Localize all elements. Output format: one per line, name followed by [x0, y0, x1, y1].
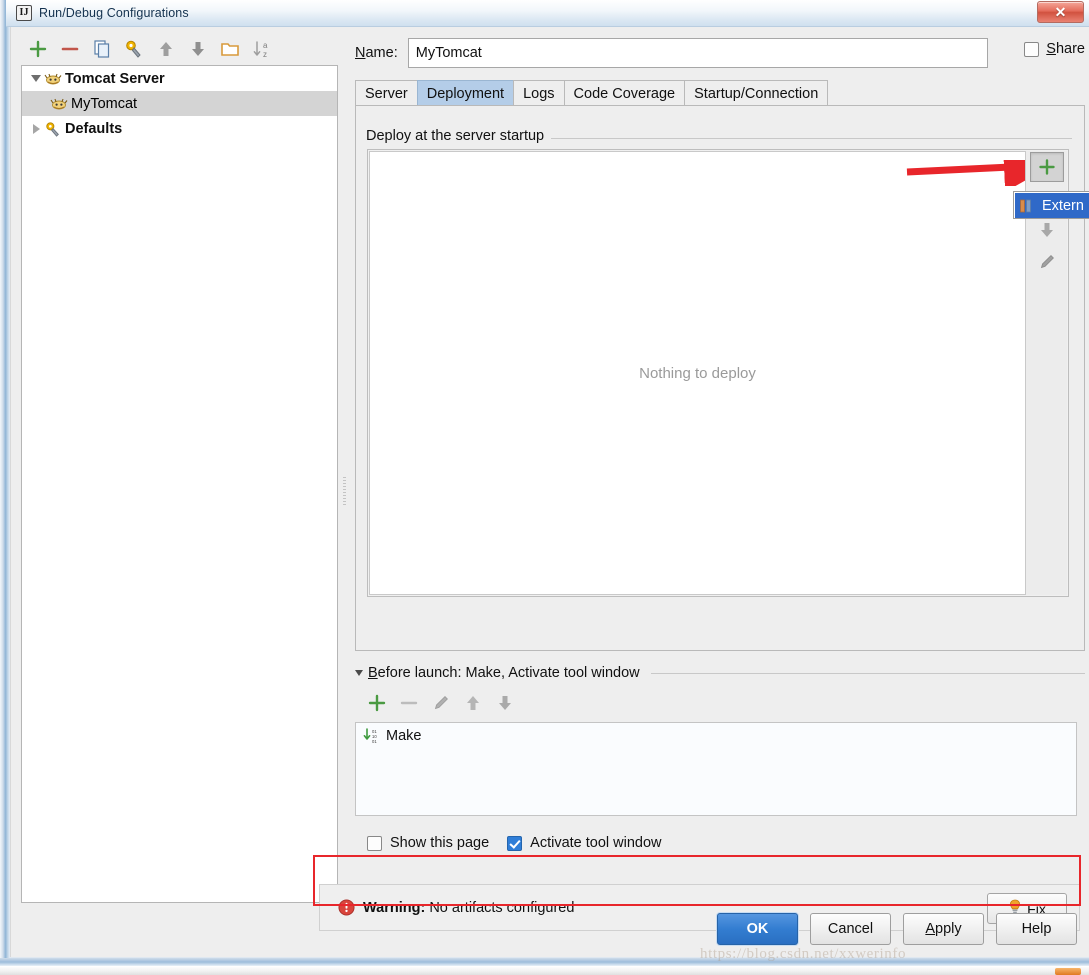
name-row: Name: Share: [355, 37, 1085, 69]
intellij-idea-icon: [16, 5, 32, 21]
name-input[interactable]: [407, 38, 988, 68]
window-title: Run/Debug Configurations: [39, 6, 189, 20]
configuration-editor: Name: Share Server Deployment Logs Code …: [351, 27, 1089, 957]
close-button[interactable]: ✕: [1037, 1, 1084, 23]
dialog-buttons: OK Cancel Apply Help: [717, 913, 1077, 945]
configurations-toolbar: a z: [21, 33, 341, 65]
add-artifact-popup-menu[interactable]: Extern: [1013, 191, 1089, 219]
dialog-window: Run/Debug Configurations ✕: [0, 0, 1089, 975]
before-launch-task-list[interactable]: 01 10 01 Make: [355, 722, 1077, 816]
move-up-button[interactable]: [154, 37, 178, 61]
before-launch-title: Before launch: Make, Activate tool windo…: [368, 665, 640, 681]
show-this-page-label: Show this page: [390, 835, 490, 851]
add-configuration-button[interactable]: [26, 37, 50, 61]
tab-deployment[interactable]: Deployment: [416, 80, 515, 106]
edit-artifact-button[interactable]: [1029, 246, 1065, 278]
warning-message: No artifacts configured: [429, 899, 575, 916]
tab-startup-connection[interactable]: Startup/Connection: [684, 80, 829, 106]
tree-node-tomcat-server[interactable]: Tomcat Server: [22, 66, 337, 91]
configurations-tree[interactable]: Tomcat Server MyTomcat Defaults: [21, 65, 338, 903]
add-artifact-button[interactable]: [1029, 152, 1064, 182]
chevron-down-icon[interactable]: [355, 670, 363, 676]
section-separator: [650, 672, 1085, 674]
create-folder-button[interactable]: [218, 37, 242, 61]
empty-state-message: Nothing to deploy: [639, 364, 756, 382]
warning-prefix: Warning:: [363, 899, 426, 916]
help-button[interactable]: Help: [996, 913, 1077, 945]
svg-text:z: z: [263, 50, 267, 59]
activate-tool-window-label: Activate tool window: [530, 835, 662, 851]
splitter-grip: [343, 477, 346, 507]
tree-node-label: MyTomcat: [71, 95, 138, 112]
before-launch-section: Before launch: Make, Activate tool windo…: [355, 663, 1085, 838]
deploy-group-title: Deploy at the server startup: [366, 128, 552, 144]
taskbar-strip: [0, 966, 1089, 975]
launch-options: Show this page Activate tool window: [367, 835, 662, 851]
tree-node-label: Defaults: [65, 120, 123, 137]
wrench-gear-icon: [44, 121, 62, 137]
checkbox-box[interactable]: [367, 835, 382, 851]
tree-node-mytomcat[interactable]: MyTomcat: [22, 91, 337, 116]
dialog-body: a z Tomcat Server MyTomcat Defaults Name…: [10, 27, 1089, 957]
tab-server[interactable]: Server: [355, 80, 418, 106]
tab-logs[interactable]: Logs: [513, 80, 565, 106]
chevron-right-icon[interactable]: [28, 121, 44, 137]
ok-button[interactable]: OK: [717, 913, 798, 945]
popup-item-external-source[interactable]: Extern: [1015, 193, 1089, 218]
remove-task-button[interactable]: [397, 691, 421, 715]
warning-text: Warning: No artifacts configured: [363, 900, 574, 916]
tab-code-coverage[interactable]: Code Coverage: [563, 80, 686, 106]
window-border-bottom: [0, 958, 1089, 966]
share-checkbox[interactable]: Share: [1024, 41, 1085, 57]
add-task-button[interactable]: [365, 691, 389, 715]
tree-node-defaults[interactable]: Defaults: [22, 116, 337, 141]
share-label: Share: [1046, 41, 1085, 57]
tomcat-icon: [44, 71, 62, 87]
external-source-icon: [1018, 198, 1038, 214]
popup-item-label: Extern: [1042, 197, 1084, 214]
taskbar-indicator: [1055, 968, 1081, 975]
checkbox-box[interactable]: [1024, 41, 1040, 57]
tree-node-label: Tomcat Server: [65, 70, 165, 87]
copy-configuration-button[interactable]: [90, 37, 114, 61]
close-icon: ✕: [1054, 3, 1067, 20]
remove-configuration-button[interactable]: [58, 37, 82, 61]
panel-splitter[interactable]: [340, 65, 350, 903]
deployment-list[interactable]: Nothing to deploy: [369, 151, 1026, 595]
svg-text:a: a: [263, 41, 268, 50]
task-move-down-button[interactable]: [493, 691, 517, 715]
task-row-make[interactable]: 01 10 01 Make: [356, 723, 1076, 749]
tomcat-icon: [50, 96, 68, 112]
chevron-down-icon[interactable]: [28, 71, 44, 87]
edit-defaults-button[interactable]: [122, 37, 146, 61]
make-build-icon: 01 10 01: [362, 728, 382, 744]
title-bar: Run/Debug Configurations ✕: [6, 0, 1089, 27]
deployment-area: Nothing to deploy: [367, 149, 1069, 597]
checkbox-box[interactable]: [507, 835, 523, 851]
show-this-page-checkbox[interactable]: Show this page: [367, 835, 489, 851]
svg-text:01: 01: [372, 739, 377, 744]
task-move-up-button[interactable]: [461, 691, 485, 715]
before-launch-toolbar: [355, 687, 1085, 719]
sort-button[interactable]: a z: [250, 37, 274, 61]
name-label: Name:: [355, 45, 398, 61]
window-border-left: [0, 0, 10, 966]
before-launch-header[interactable]: Before launch: Make, Activate tool windo…: [355, 663, 1085, 683]
apply-button[interactable]: Apply: [903, 913, 984, 945]
task-label: Make: [386, 728, 422, 744]
warning-error-icon: [338, 899, 355, 916]
cancel-button[interactable]: Cancel: [810, 913, 891, 945]
move-down-button[interactable]: [186, 37, 210, 61]
edit-task-button[interactable]: [429, 691, 453, 715]
editor-tabs[interactable]: Server Deployment Logs Code Coverage Sta…: [355, 78, 1085, 106]
activate-tool-window-checkbox[interactable]: Activate tool window: [507, 835, 662, 851]
deployment-tab-panel: Deploy at the server startup Nothing to …: [355, 105, 1085, 651]
